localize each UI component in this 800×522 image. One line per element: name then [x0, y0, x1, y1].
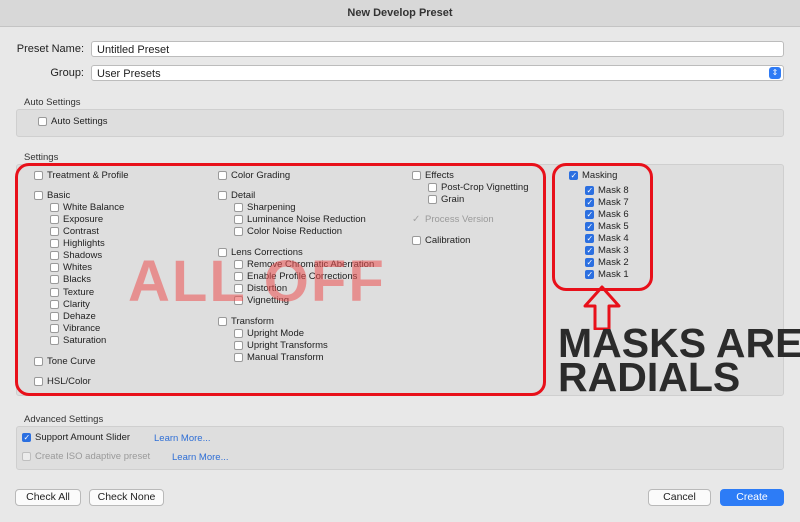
auto-settings-panel [16, 109, 784, 137]
annotation-masks-line2: RADIALS [558, 354, 741, 400]
advanced-settings-title: Advanced Settings [24, 414, 104, 425]
preset-name-input[interactable]: Untitled Preset [91, 41, 784, 57]
create-button[interactable]: Create [720, 489, 784, 506]
iso-adaptive-label: Create ISO adaptive preset [35, 451, 151, 462]
preset-name-label: Preset Name: [16, 43, 84, 55]
checkbox[interactable] [38, 117, 47, 126]
checkbox [22, 452, 31, 461]
group-label: Group: [50, 67, 84, 79]
settings-title: Settings [24, 152, 59, 163]
check-none-button[interactable]: Check None [89, 489, 164, 506]
learn-more-link-amount[interactable]: Learn More... [154, 433, 211, 444]
auto-settings-label: Auto Settings [51, 116, 108, 127]
window-title: New Develop Preset [0, 0, 800, 27]
annotation-box-masking [552, 163, 653, 291]
cancel-button[interactable]: Cancel [648, 489, 711, 506]
group-select[interactable]: User Presets ⇕ [91, 65, 784, 81]
support-amount-slider-label: Support Amount Slider [35, 432, 131, 443]
check-all-button[interactable]: Check All [15, 489, 81, 506]
auto-settings-title: Auto Settings [24, 97, 81, 108]
group-select-value: User Presets [97, 68, 161, 80]
select-chevron-icon: ⇕ [769, 67, 781, 79]
checkbox-checked[interactable] [22, 433, 31, 442]
annotation-all-off-text: ALL OFF [128, 249, 386, 314]
advanced-settings-panel [16, 426, 784, 470]
learn-more-link-iso[interactable]: Learn More... [172, 452, 229, 463]
